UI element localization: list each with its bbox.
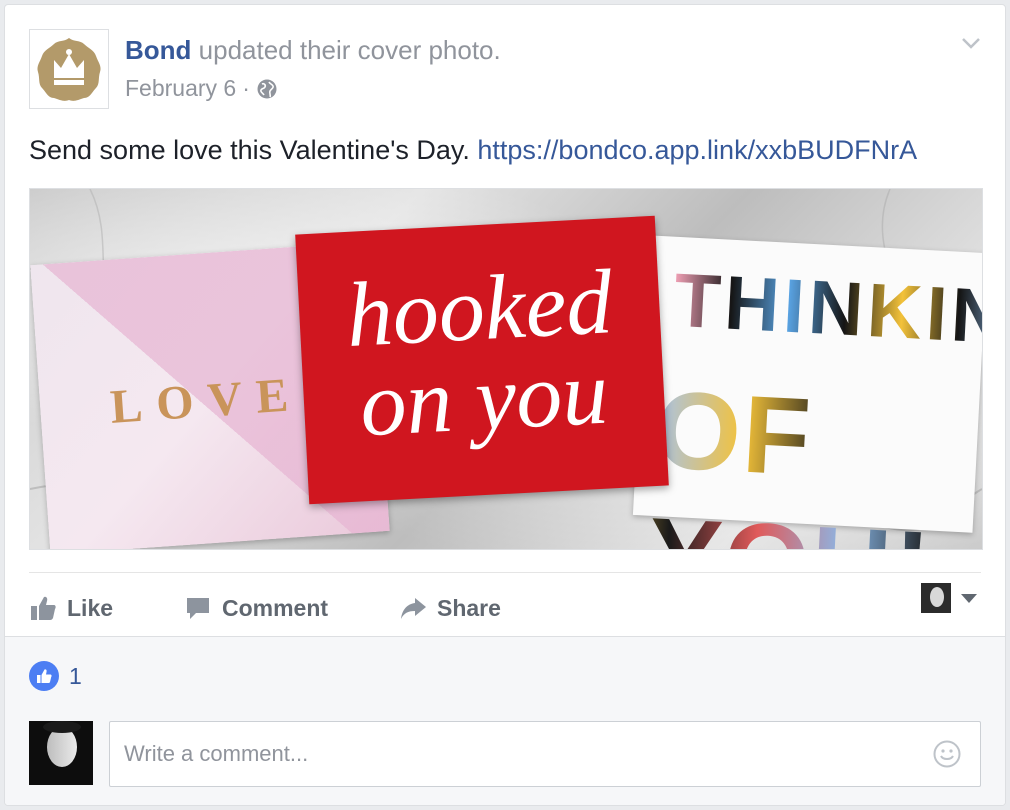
post-body-text: Send some love this Valentine's Day.: [29, 135, 478, 165]
thumbs-up-icon: [31, 596, 56, 620]
page-avatar[interactable]: [29, 29, 109, 109]
post-date[interactable]: February 6: [125, 75, 236, 102]
share-label: Share: [437, 594, 501, 621]
commenter-avatar[interactable]: [29, 721, 93, 785]
reactions-summary[interactable]: 1: [29, 661, 82, 691]
post-card: Bond updated their cover photo. February…: [4, 4, 1006, 806]
cover-photo[interactable]: LOVE THINKING OF YOU! hooked on you: [29, 188, 983, 550]
post-meta: February 6 ·: [125, 75, 278, 102]
post-body: Send some love this Valentine's Day. htt…: [29, 135, 917, 166]
crown-logo-icon: [37, 38, 101, 101]
reaction-count: 1: [69, 662, 82, 689]
speech-bubble-icon: [187, 598, 209, 619]
comment-input[interactable]: [122, 722, 920, 786]
thinking-card-line2: OF YOU!: [645, 366, 980, 549]
thinking-card-line1: THINKING: [672, 257, 982, 365]
post-as-selector[interactable]: [921, 583, 977, 613]
share-arrow-icon: [401, 598, 426, 619]
hooked-card: hooked on you: [295, 215, 669, 505]
hooked-card-line2: on you: [357, 340, 611, 456]
like-reaction-icon: [29, 661, 59, 691]
post-header-title: Bond updated their cover photo.: [125, 35, 501, 66]
thinking-card: THINKING OF YOU!: [632, 235, 982, 549]
smiley-icon[interactable]: [932, 739, 962, 769]
chevron-down-icon[interactable]: [959, 31, 983, 55]
meta-separator: ·: [242, 75, 250, 101]
like-label: Like: [67, 594, 114, 621]
comment-box: [109, 721, 981, 787]
post-footer: 1: [5, 636, 1005, 805]
comment-label: Comment: [222, 594, 329, 621]
post-body-link[interactable]: https://bondco.app.link/xxbBUDFNrA: [477, 135, 917, 165]
love-card-text: LOVE: [108, 367, 304, 434]
comment-button[interactable]: Comment: [184, 594, 364, 622]
action-divider: [29, 572, 981, 573]
comment-composer: [29, 721, 981, 787]
user-avatar-small: [921, 583, 951, 613]
page-name-link[interactable]: Bond: [125, 35, 191, 65]
post-action-text: updated their cover photo.: [191, 35, 501, 65]
globe-icon[interactable]: [256, 78, 278, 100]
like-button[interactable]: Like: [29, 594, 169, 622]
share-button[interactable]: Share: [399, 594, 539, 622]
caret-down-icon: [961, 592, 977, 604]
